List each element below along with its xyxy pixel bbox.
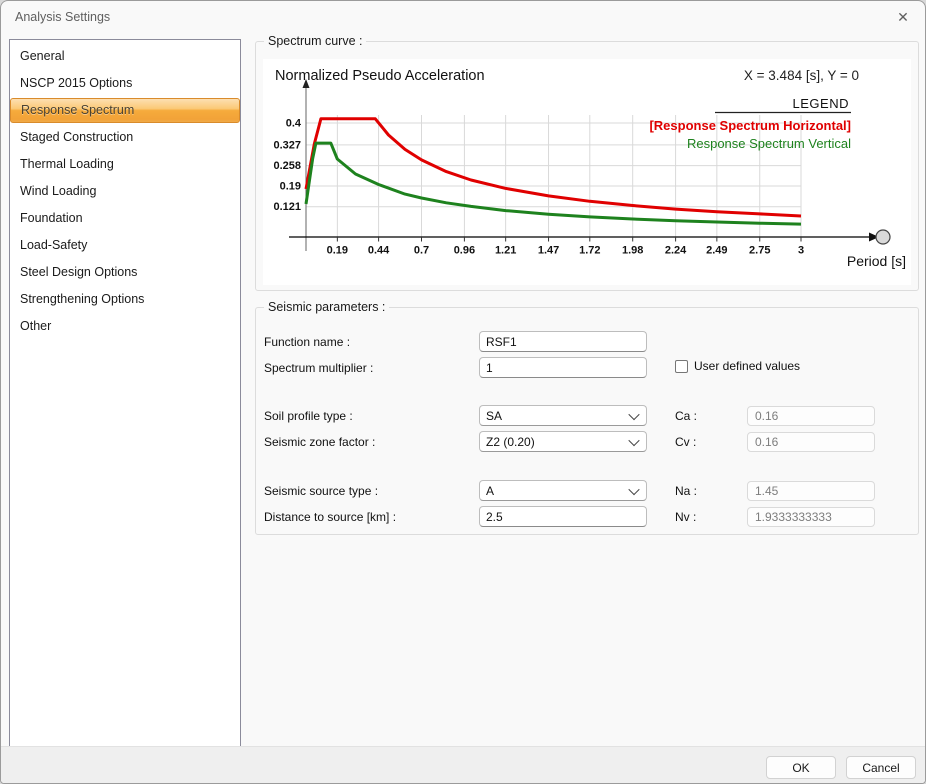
nv-value-field: 1.9333333333	[747, 507, 875, 527]
sidebar-item-steel-design-options[interactable]: Steel Design Options	[10, 259, 240, 286]
chevron-down-icon	[628, 483, 640, 495]
y-tick-label: 0.327	[273, 139, 301, 151]
spectrum-curve-group-title: Spectrum curve :	[264, 34, 367, 48]
cursor-readout: X = 3.484 [s], Y = 0	[744, 68, 859, 83]
x-tick-label: 3	[798, 245, 804, 257]
seismic-parameters-groupbox: Seismic parameters : Function name : Spe…	[255, 300, 919, 535]
chart-title: Normalized Pseudo Acceleration	[275, 68, 485, 84]
spectrum-multiplier-label: Spectrum multiplier :	[264, 361, 374, 375]
seismic-parameters-group-title: Seismic parameters :	[264, 300, 390, 314]
cancel-button[interactable]: Cancel	[846, 756, 916, 779]
sidebar-item-staged-construction[interactable]: Staged Construction	[10, 124, 240, 151]
x-tick-label: 2.75	[749, 245, 770, 257]
legend-entry-horizontal[interactable]: [Response Spectrum Horizontal]	[649, 118, 851, 133]
y-tick-label: 0.19	[280, 181, 301, 193]
soil-profile-type-value: SA	[486, 408, 503, 423]
x-tick-label: 0.19	[327, 245, 348, 257]
soil-profile-type-label: Soil profile type :	[264, 409, 353, 423]
cv-value-field: 0.16	[747, 432, 875, 452]
x-tick-label: 0.96	[454, 245, 475, 257]
ca-label: Ca :	[675, 409, 698, 423]
x-tick-label: 2.24	[665, 245, 687, 257]
distance-to-source-label: Distance to source [km] :	[264, 510, 397, 524]
function-name-input[interactable]	[479, 331, 647, 352]
seismic-source-type-label: Seismic source type :	[264, 484, 379, 498]
spectrum-curve-groupbox: Spectrum curve : 0.19 0.44 0.7 0.96 1.21 1.47…	[255, 34, 919, 291]
sidebar-item-foundation[interactable]: Foundation	[10, 205, 240, 232]
cv-label: Cv :	[675, 435, 697, 449]
user-defined-values-label: User defined values	[694, 359, 801, 373]
chevron-down-icon	[628, 434, 640, 446]
y-tick-label: 0.121	[273, 201, 301, 213]
soil-profile-type-select[interactable]: SA	[479, 405, 647, 426]
x-tick-label: 0.7	[414, 245, 429, 257]
dialog-footer: OK Cancel	[1, 746, 925, 783]
settings-category-list: General NSCP 2015 Options Response Spectru…	[9, 39, 241, 748]
sidebar-item-thermal-loading[interactable]: Thermal Loading	[10, 151, 240, 178]
checkbox-box-icon[interactable]	[675, 359, 688, 373]
window-title: Analysis Settings	[15, 10, 111, 24]
series-horizontal-curve	[304, 117, 802, 218]
legend-title: LEGEND	[793, 96, 849, 111]
y-tick-label: 0.258	[273, 160, 301, 172]
x-tick-label: 1.98	[622, 245, 643, 257]
seismic-source-type-value: A	[486, 483, 495, 498]
x-tick-label: 1.72	[579, 245, 600, 257]
na-value-field: 1.45	[747, 481, 875, 501]
response-spectrum-chart[interactable]: 0.19 0.44 0.7 0.96 1.21 1.47 1.72 1.98 2.24 2.49 2…	[263, 59, 911, 285]
analysis-settings-dialog: Analysis Settings ✕ General NSCP 2015 Opt…	[0, 0, 926, 784]
sidebar-item-general[interactable]: General	[10, 43, 240, 70]
sidebar-item-load-safety[interactable]: Load-Safety	[10, 232, 240, 259]
spectrum-multiplier-input[interactable]	[479, 357, 647, 378]
function-name-label: Function name :	[264, 335, 351, 349]
user-defined-values-checkbox[interactable]: User defined values	[675, 359, 800, 373]
seismic-zone-factor-label: Seismic zone factor :	[264, 435, 376, 449]
x-tick-label: 0.44	[368, 245, 390, 257]
title-bar: Analysis Settings	[1, 1, 925, 33]
y-tick-label: 0.4	[286, 118, 302, 130]
x-tick-label: 2.49	[706, 245, 727, 257]
sidebar-item-nscp-2015-options[interactable]: NSCP 2015 Options	[10, 70, 240, 97]
sidebar-item-wind-loading[interactable]: Wind Loading	[10, 178, 240, 205]
x-tick-label: 1.21	[495, 245, 516, 257]
seismic-zone-factor-value: Z2 (0.20)	[486, 434, 535, 449]
sidebar-item-response-spectrum[interactable]: Response Spectrum	[10, 98, 240, 123]
x-axis-title: Period [s]	[847, 253, 906, 269]
seismic-zone-factor-select[interactable]: Z2 (0.20)	[479, 431, 647, 452]
legend-entry-vertical[interactable]: Response Spectrum Vertical	[687, 136, 851, 151]
na-label: Na :	[675, 484, 698, 498]
ok-button[interactable]: OK	[766, 756, 836, 779]
axis-end-handle[interactable]	[875, 229, 891, 245]
sidebar-item-other[interactable]: Other	[10, 313, 240, 340]
ca-value-field: 0.16	[747, 406, 875, 426]
chevron-down-icon	[628, 408, 640, 420]
seismic-source-type-select[interactable]: A	[479, 480, 647, 501]
distance-to-source-input[interactable]	[479, 506, 647, 527]
nv-label: Nv :	[675, 510, 697, 524]
close-icon[interactable]: ✕	[891, 6, 915, 28]
sidebar-item-strengthening-options[interactable]: Strengthening Options	[10, 286, 240, 313]
x-tick-label: 1.47	[538, 245, 559, 257]
